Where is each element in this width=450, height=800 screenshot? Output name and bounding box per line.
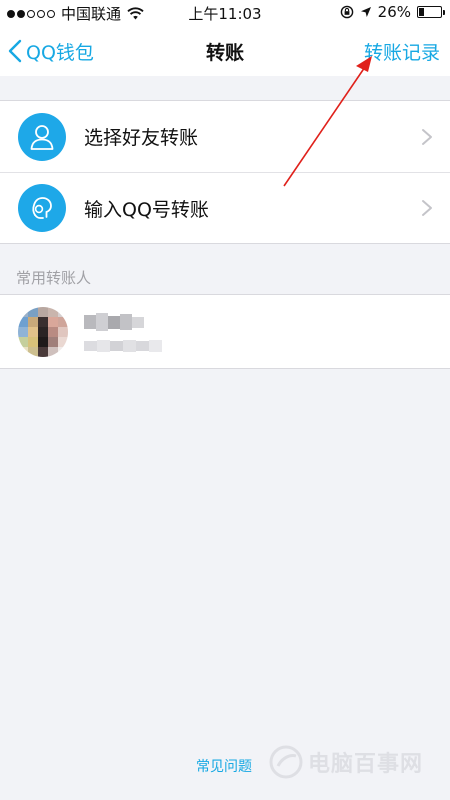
contact-account-blurred bbox=[84, 340, 162, 352]
contact-avatar bbox=[18, 307, 68, 357]
battery-level-fill bbox=[419, 8, 425, 16]
status-right: 26% bbox=[340, 3, 445, 21]
person-badge-icon bbox=[18, 184, 66, 232]
transfer-history-button[interactable]: 转账记录 bbox=[364, 38, 440, 65]
enter-qq-transfer-item[interactable]: 输入QQ号转账 bbox=[0, 172, 450, 243]
faq-link[interactable]: 常见问题 bbox=[196, 756, 252, 776]
battery-icon bbox=[417, 6, 445, 18]
status-bar: 中国联通 上午11:03 26% bbox=[0, 0, 450, 26]
battery-percentage: 26% bbox=[377, 3, 411, 21]
frequent-contacts-header: 常用转账人 bbox=[16, 269, 92, 287]
transfer-options-section: 选择好友转账 输入QQ号转账 bbox=[0, 100, 450, 244]
enter-qq-transfer-label: 输入QQ号转账 bbox=[84, 198, 209, 221]
select-friend-transfer-label: 选择好友转账 bbox=[84, 127, 199, 149]
chevron-right-icon bbox=[422, 128, 432, 145]
navigation-bar: QQ钱包 转账 转账记录 bbox=[0, 26, 450, 76]
back-button-label: QQ钱包 bbox=[26, 41, 94, 64]
watermark-text: 电脑百事网 bbox=[308, 752, 424, 777]
back-button[interactable]: QQ钱包 bbox=[8, 34, 94, 68]
watermark-logo-icon bbox=[269, 745, 303, 779]
watermark: 电脑百事网 bbox=[268, 744, 423, 780]
location-icon bbox=[360, 7, 371, 17]
rotation-lock-icon bbox=[340, 5, 353, 19]
contact-name-blurred bbox=[84, 313, 144, 331]
chevron-left-icon bbox=[8, 39, 22, 63]
person-icon bbox=[18, 112, 66, 161]
select-friend-transfer-item[interactable]: 选择好友转账 bbox=[0, 101, 450, 172]
chevron-right-icon bbox=[422, 200, 432, 216]
frequent-contact-item[interactable] bbox=[0, 294, 450, 369]
